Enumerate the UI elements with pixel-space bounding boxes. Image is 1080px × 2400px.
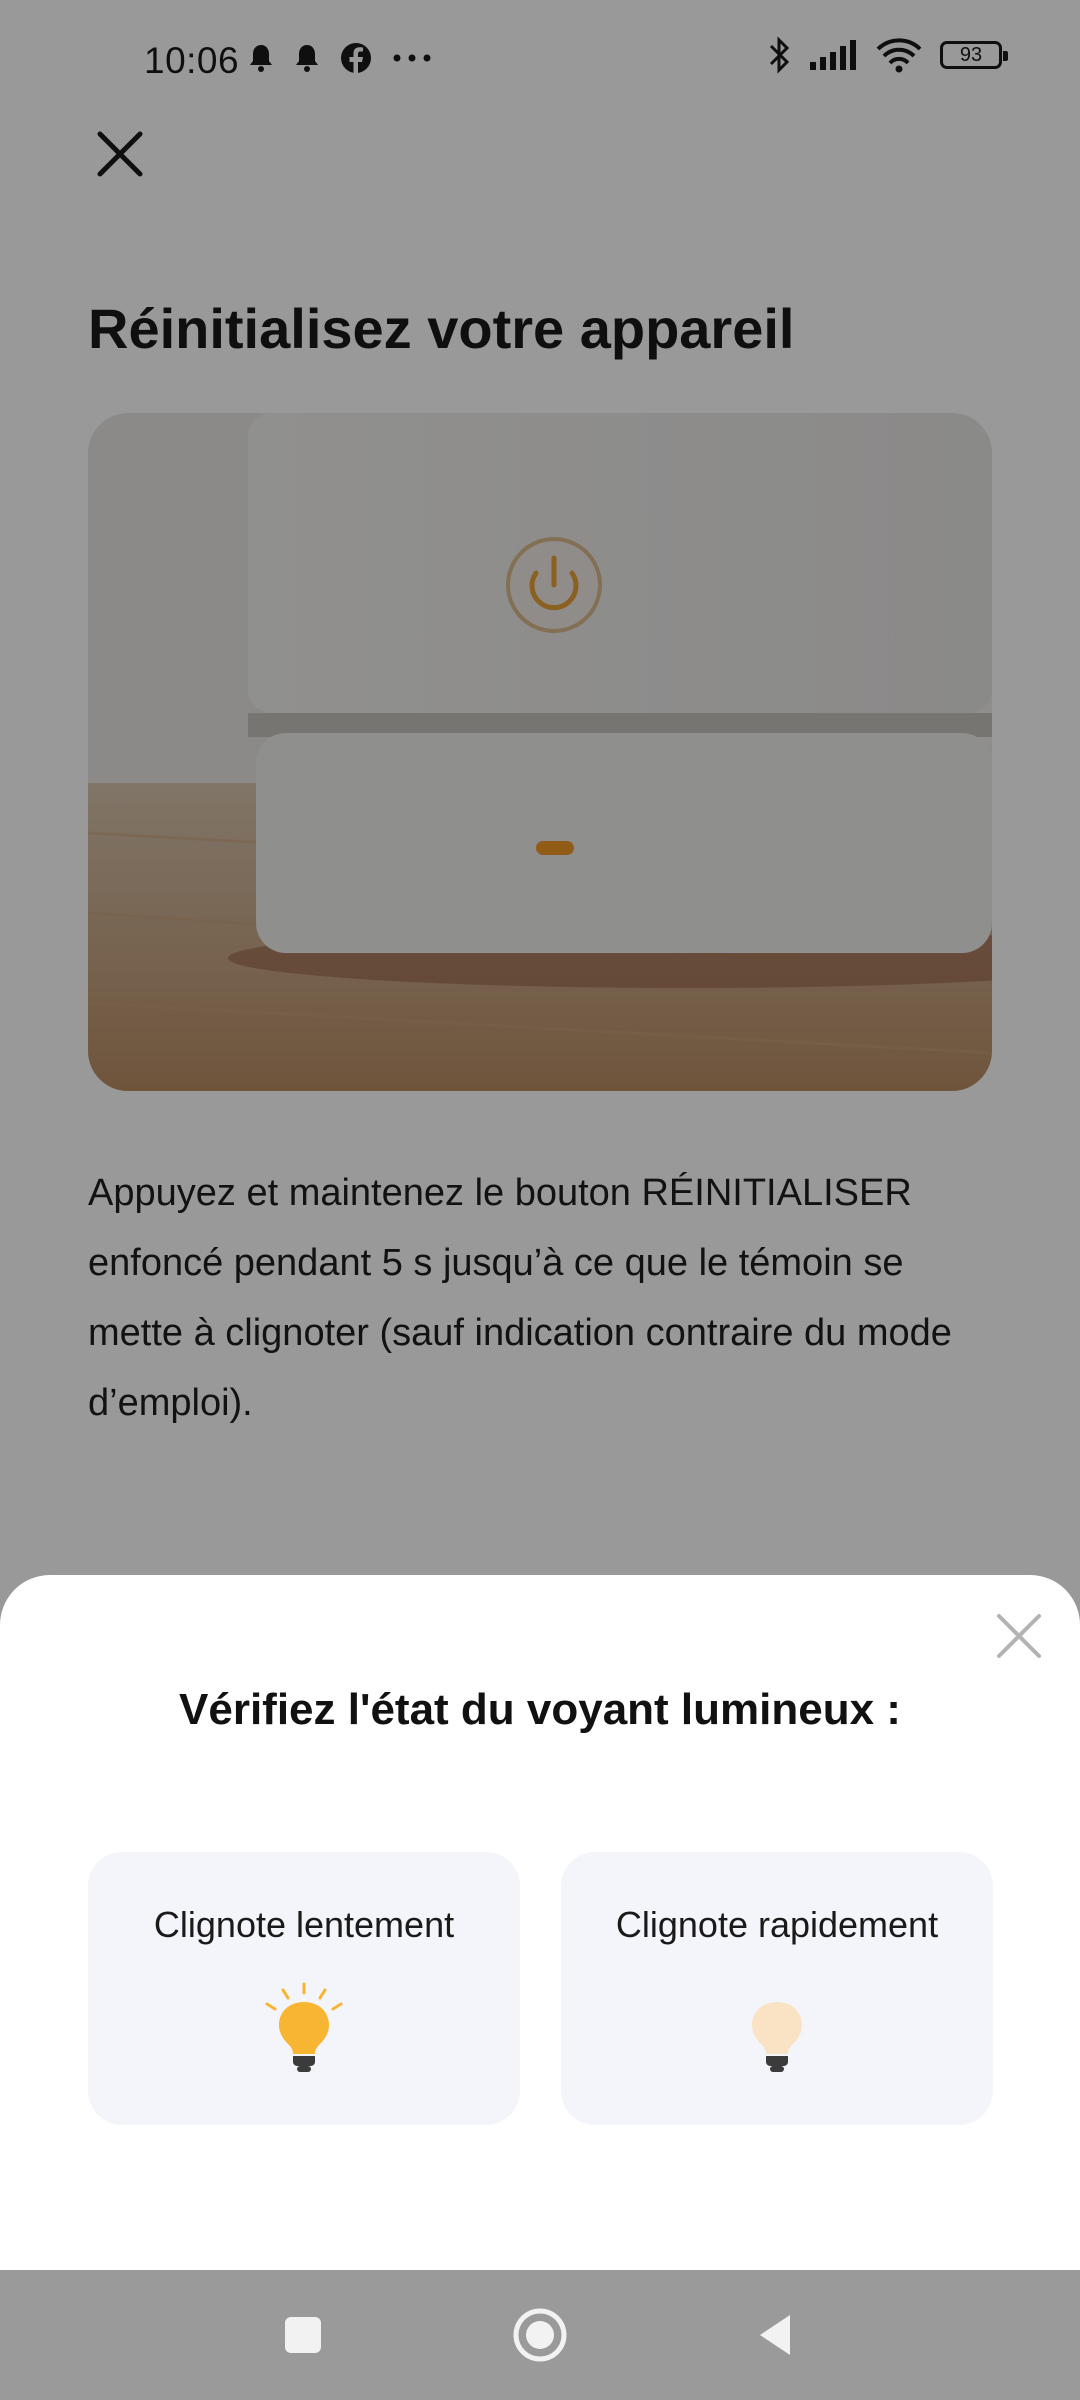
option-label: Clignote lentement — [153, 1904, 455, 1945]
option-blink-fast[interactable]: Clignote rapidement — [561, 1852, 993, 2125]
bulb-dim-icon — [752, 2002, 802, 2072]
home-circle-icon[interactable] — [510, 2305, 570, 2365]
sheet-close-icon[interactable] — [994, 1611, 1044, 1661]
back-triangle-icon[interactable] — [746, 2305, 806, 2365]
app-page: 10:06 93 Réinitialisez votre appareil Ap… — [0, 0, 1080, 2400]
bulb-bright-icon — [265, 1982, 343, 2072]
light-status-sheet: Vérifiez l'état du voyant lumineux : Cli… — [0, 1575, 1080, 2270]
system-nav-bar — [0, 2270, 1080, 2400]
sheet-title: Vérifiez l'état du voyant lumineux : — [179, 1685, 901, 1734]
recents-square-icon[interactable] — [273, 2305, 333, 2365]
option-label: Clignote rapidement — [615, 1904, 939, 1945]
option-blink-slow[interactable]: Clignote lentement — [88, 1852, 520, 2125]
